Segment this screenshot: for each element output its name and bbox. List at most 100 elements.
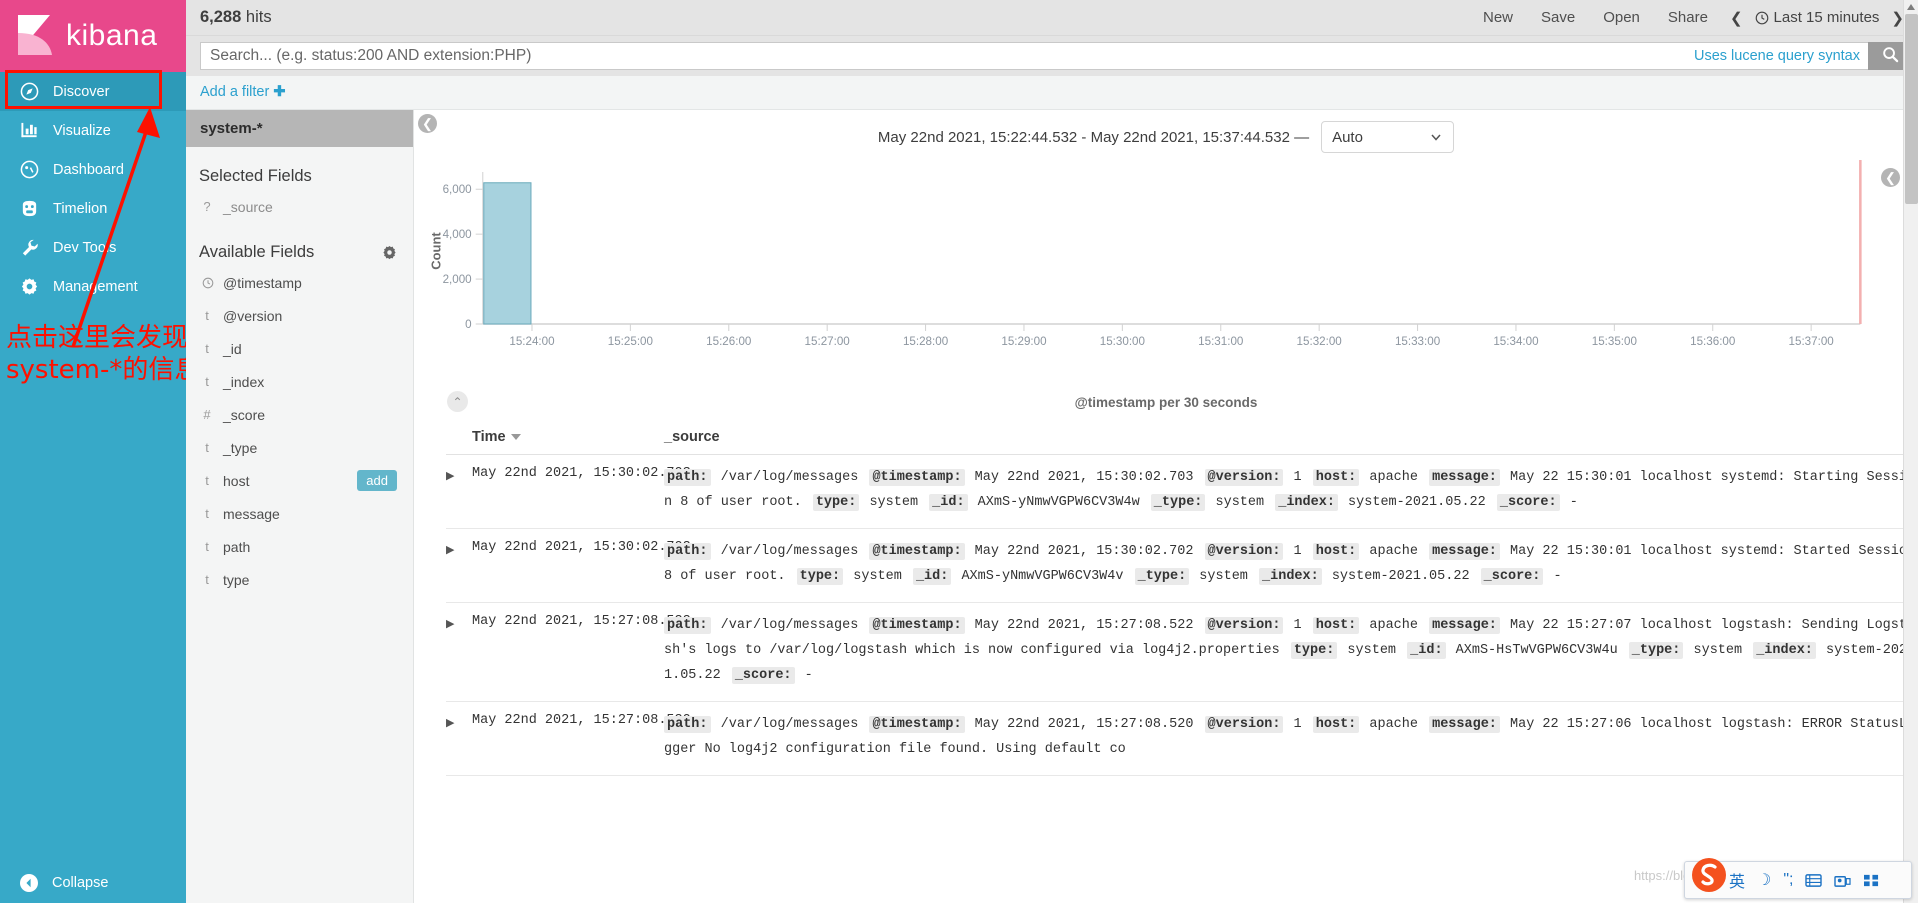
source-field-value: May 22nd 2021, 15:27:08.520 <box>966 716 1202 732</box>
field-type-icon: t <box>205 506 209 521</box>
field-row-score[interactable]: # _score <box>186 398 413 431</box>
chart-expand-icon[interactable]: ❮ <box>1881 168 1900 187</box>
svg-text:15:27:00: 15:27:00 <box>805 336 850 348</box>
source-field-key: @timestamp: <box>869 469 965 486</box>
gear-icon <box>19 277 39 297</box>
row-source: path: /var/log/messages @timestamp: May … <box>664 614 1918 689</box>
add-field-button[interactable]: add <box>357 470 397 491</box>
keyboard-icon[interactable] <box>1805 873 1823 888</box>
open-button[interactable]: Open <box>1589 9 1654 26</box>
sidebar-collapse-button[interactable]: Collapse <box>0 863 186 903</box>
filter-bar: Add a filter ✚ <box>186 76 1918 110</box>
source-field-key: _index: <box>1259 567 1322 585</box>
source-field-key: _index: <box>1753 641 1816 659</box>
document-table-header: Time _source <box>446 421 1918 455</box>
column-header-time-label: Time <box>472 429 506 445</box>
hit-count: 6,288 hits <box>200 8 272 27</box>
interval-select[interactable]: Auto <box>1321 121 1455 153</box>
source-field-value: system <box>1339 642 1405 658</box>
caret-right-icon[interactable]: ▶ <box>446 614 472 689</box>
sidebar-item-visualize[interactable]: Visualize <box>0 111 186 150</box>
source-field-value: AXmS-yNmwVGPW6CV3W4w <box>969 494 1148 510</box>
field-name: path <box>223 538 251 555</box>
share-button[interactable]: Share <box>1654 9 1722 26</box>
field-name: @version <box>223 307 283 324</box>
chevron-left-circle-icon[interactable]: ❮ <box>418 114 437 133</box>
top-toolbar: 6,288 hits New Save Open Share ❮ Last 15… <box>186 0 1918 36</box>
field-type-icon: ? <box>203 199 211 214</box>
field-type-icon: # <box>203 407 211 422</box>
source-field-key: @version: <box>1204 469 1284 486</box>
source-field-key: type: <box>796 567 844 585</box>
source-field-value: apache <box>1361 470 1427 485</box>
source-field-value: system-2021.05.22 <box>1323 568 1478 584</box>
sidebar-item-management[interactable]: Management <box>0 267 186 306</box>
index-pattern-selector[interactable]: system-* <box>186 110 413 147</box>
sidebar-item-dashboard[interactable]: Dashboard <box>0 150 186 189</box>
sidebar-item-timelion[interactable]: Timelion <box>0 189 186 228</box>
page-scrollbar[interactable] <box>1903 0 1918 903</box>
source-field-key: path: <box>664 616 711 634</box>
lucene-syntax-link[interactable]: Uses lucene query syntax <box>1684 48 1860 64</box>
field-row-host[interactable]: t host add <box>186 464 413 497</box>
caret-right-icon[interactable]: ▶ <box>446 713 472 763</box>
table-row[interactable]: ▶ May 22nd 2021, 15:30:02.703 path: /var/l… <box>446 455 1918 529</box>
field-row-source[interactable]: ? _source <box>186 190 413 223</box>
field-row-id[interactable]: t _id <box>186 332 413 365</box>
caret-right-icon[interactable]: ▶ <box>446 466 472 516</box>
field-row-type[interactable]: t type <box>186 563 413 596</box>
gear-icon[interactable] <box>382 245 397 260</box>
kibana-logo[interactable]: kibana <box>0 0 186 72</box>
source-field-key: @timestamp: <box>869 715 965 733</box>
caret-right-icon[interactable]: ▶ <box>446 540 472 590</box>
moon-icon[interactable]: ☽ <box>1757 870 1771 890</box>
annotation-text: 点击这里会发现 system-*的信息 <box>6 323 201 386</box>
svg-text:15:26:00: 15:26:00 <box>706 336 751 348</box>
field-row-type-meta[interactable]: t _type <box>186 431 413 464</box>
scroll-up-arrow[interactable] <box>1907 4 1915 10</box>
search-input[interactable] <box>210 47 1684 65</box>
table-row[interactable]: ▶ May 22nd 2021, 15:30:02.702 path: /var/l… <box>446 529 1918 603</box>
save-button[interactable]: Save <box>1527 9 1589 26</box>
field-row-path[interactable]: t path <box>186 530 413 563</box>
field-row-index[interactable]: t _index <box>186 365 413 398</box>
source-field-value: apache <box>1361 716 1427 732</box>
ime-language-icon[interactable]: 英 <box>1729 868 1745 892</box>
histogram-svg: 0 2,000 4,000 6,000 15:24:00 15:25:00 15:26:00… <box>428 160 1862 348</box>
ime-toolbar[interactable]: 英 ☽ "; <box>1684 858 1912 899</box>
field-type-icon: t <box>205 440 209 455</box>
column-header-time[interactable]: Time <box>446 429 664 445</box>
source-field-value: system-2021.05.22 <box>1339 494 1494 510</box>
time-range-picker[interactable]: Last 15 minutes <box>1751 9 1884 26</box>
source-field-key: host: <box>1312 542 1360 560</box>
field-row-timestamp[interactable]: @timestamp <box>186 266 413 299</box>
add-filter-label: Add a filter <box>200 84 270 100</box>
source-field-key: _score: <box>1480 567 1544 585</box>
table-row[interactable]: ▶ May 22nd 2021, 15:27:08.522 path: /var/l… <box>446 603 1918 702</box>
field-name: type <box>223 571 250 588</box>
toolbox-icon[interactable] <box>1834 873 1852 888</box>
new-button[interactable]: New <box>1469 9 1527 26</box>
field-row-version[interactable]: t @version <box>186 299 413 332</box>
source-field-key: host: <box>1312 469 1360 486</box>
source-field-value: system <box>1207 494 1273 510</box>
svg-text:15:37:00: 15:37:00 <box>1789 336 1834 348</box>
table-row[interactable]: ▶ May 22nd 2021, 15:27:08.520 path: /var/l… <box>446 702 1918 776</box>
search-input-wrapper: Uses lucene query syntax <box>200 42 1868 70</box>
add-filter-button[interactable]: Add a filter ✚ <box>200 84 286 100</box>
source-field-key: _score: <box>1496 493 1560 511</box>
field-row-message[interactable]: t message <box>186 497 413 530</box>
scrollbar-thumb[interactable] <box>1905 14 1918 204</box>
source-field-key: path: <box>664 542 711 560</box>
chevron-left-icon[interactable]: ❮ <box>1722 9 1751 27</box>
sogou-icon[interactable] <box>1687 853 1731 897</box>
caret-down-icon <box>510 434 521 440</box>
sidebar-item-discover[interactable]: Discover <box>0 72 186 111</box>
field-name: _id <box>223 340 242 357</box>
apps-icon[interactable] <box>1863 873 1880 888</box>
histogram-chart[interactable]: ❮ 0 2,000 4,000 6,000 15:24:00 15:25:00 15:26:… <box>414 156 1918 391</box>
clock-icon <box>202 277 214 289</box>
sidebar-item-dev-tools[interactable]: Dev Tools <box>0 228 186 267</box>
ime-punct-icon[interactable]: "; <box>1783 871 1793 889</box>
source-field-key: @version: <box>1204 715 1284 733</box>
